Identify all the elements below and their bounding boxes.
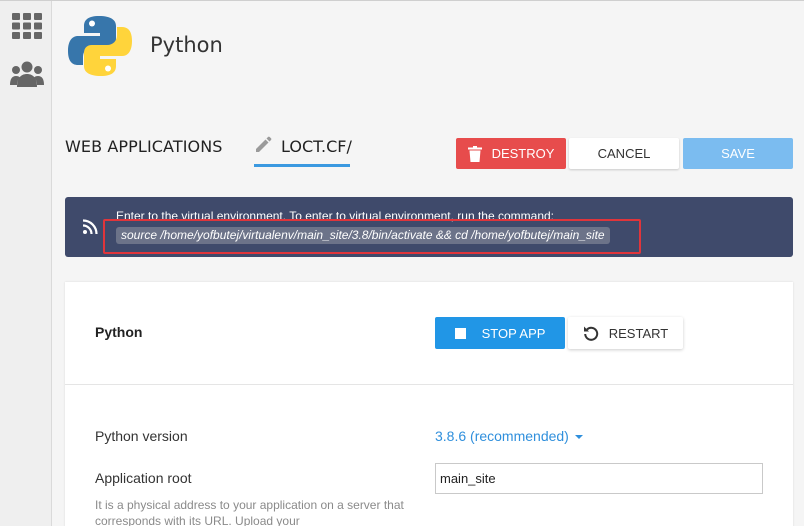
- python-version-select[interactable]: 3.8.6 (recommended): [435, 428, 583, 444]
- python-logo: [68, 16, 132, 76]
- tab-domain-label: LOCT.CF/: [281, 137, 352, 156]
- users-icon[interactable]: [10, 61, 44, 87]
- tab-domain[interactable]: LOCT.CF/: [254, 135, 352, 167]
- save-label: SAVE: [721, 146, 755, 161]
- restart-icon: [583, 326, 598, 341]
- python-version-value: 3.8.6 (recommended): [435, 428, 569, 444]
- destroy-button[interactable]: DESTROY: [456, 138, 566, 169]
- caret-down-icon: [574, 435, 583, 439]
- command-highlight: [103, 219, 641, 254]
- application-root-input[interactable]: [435, 463, 763, 494]
- tab-web-applications[interactable]: WEB APPLICATIONS: [65, 137, 223, 156]
- restart-button[interactable]: RESTART: [568, 317, 683, 349]
- card-title: Python: [95, 324, 143, 340]
- cancel-label: CANCEL: [597, 146, 651, 161]
- stop-icon: [454, 327, 466, 339]
- trash-icon: [467, 145, 482, 162]
- save-button[interactable]: SAVE: [683, 138, 793, 169]
- stop-app-label: STOP APP: [481, 325, 546, 341]
- application-root-label: Application root: [95, 470, 192, 486]
- left-rail: [0, 1, 52, 526]
- destroy-label: DESTROY: [491, 146, 555, 161]
- rss-icon: [82, 219, 98, 235]
- grid-icon[interactable]: [12, 13, 42, 39]
- python-version-label: Python version: [95, 428, 188, 444]
- stop-app-button[interactable]: STOP APP: [435, 317, 565, 349]
- restart-label: RESTART: [608, 325, 669, 341]
- cancel-button[interactable]: CANCEL: [569, 138, 679, 169]
- application-root-help: It is a physical address to your applica…: [95, 498, 404, 526]
- card-divider: [65, 384, 793, 385]
- pencil-icon: [256, 136, 272, 152]
- app-title: Python: [150, 33, 223, 57]
- top-border: [0, 0, 804, 1]
